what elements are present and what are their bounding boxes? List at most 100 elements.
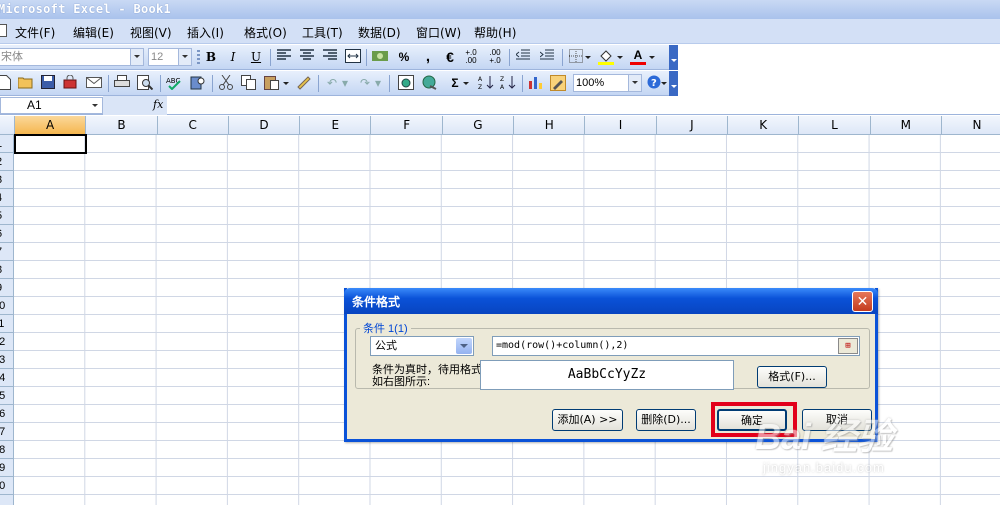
chevron-down-icon[interactable]: ▾: [341, 75, 349, 91]
menu-insert[interactable]: 插入(I): [187, 24, 224, 41]
cut-icon[interactable]: [218, 74, 234, 91]
borders-icon[interactable]: [568, 49, 584, 65]
column-header-e[interactable]: E: [300, 116, 372, 135]
open-icon[interactable]: [17, 75, 34, 91]
align-left-icon[interactable]: [276, 49, 292, 65]
merge-center-icon[interactable]: [345, 49, 361, 65]
close-icon[interactable]: ✕: [852, 291, 873, 312]
new-icon[interactable]: [0, 75, 12, 91]
row-header-20[interactable]: 20: [0, 477, 13, 495]
column-header-a[interactable]: A: [15, 116, 87, 135]
menu-tools[interactable]: 工具(T): [302, 24, 343, 41]
chevron-down-icon[interactable]: [462, 75, 470, 91]
column-header-i[interactable]: I: [585, 116, 657, 135]
sort-ascending-icon[interactable]: AZ: [478, 75, 494, 91]
currency-icon[interactable]: [372, 49, 388, 65]
hyperlink-icon[interactable]: [398, 75, 414, 91]
menu-help[interactable]: 帮助(H): [474, 24, 516, 41]
menu-window[interactable]: 窗口(W): [416, 24, 461, 41]
row-header-1[interactable]: 1: [0, 135, 13, 153]
row-header-12[interactable]: 12: [0, 333, 13, 351]
condition-formula-input[interactable]: =mod(row()+column(),2) ⊞: [492, 336, 860, 356]
font-size-select[interactable]: 12: [148, 48, 192, 66]
save-icon[interactable]: [40, 75, 56, 91]
format-button[interactable]: 格式(F)...: [757, 366, 827, 388]
row-header-8[interactable]: 8: [0, 261, 13, 279]
row-header-11[interactable]: 11: [0, 315, 13, 333]
font-color-button[interactable]: A: [630, 49, 646, 65]
chevron-down-icon[interactable]: [660, 75, 668, 91]
column-header-m[interactable]: M: [871, 116, 942, 135]
column-header-l[interactable]: L: [799, 116, 871, 135]
row-header-4[interactable]: 4: [0, 189, 13, 207]
row-header-13[interactable]: 13: [0, 351, 13, 369]
row-header-6[interactable]: 6: [0, 225, 13, 243]
row-header-17[interactable]: 17: [0, 423, 13, 441]
comma-button[interactable]: ,: [420, 49, 436, 65]
percent-button[interactable]: %: [396, 49, 412, 65]
menu-edit[interactable]: 编辑(E): [73, 24, 114, 41]
cancel-button[interactable]: 取消: [802, 409, 872, 431]
increase-decimal-button[interactable]: +.0 .00: [463, 49, 479, 65]
row-header-14[interactable]: 14: [0, 369, 13, 387]
chevron-down-icon[interactable]: [282, 75, 290, 91]
column-header-j[interactable]: J: [657, 116, 728, 135]
column-header-c[interactable]: C: [158, 116, 229, 135]
row-header-18[interactable]: 18: [0, 441, 13, 459]
dialog-title-bar[interactable]: 条件格式 ✕: [344, 288, 878, 314]
increase-indent-icon[interactable]: [539, 49, 555, 65]
row-header-9[interactable]: 9: [0, 279, 13, 297]
print-preview-icon[interactable]: [137, 75, 154, 91]
align-right-icon[interactable]: [322, 49, 338, 65]
active-cell[interactable]: [14, 134, 87, 154]
column-header-f[interactable]: F: [372, 116, 443, 135]
fill-color-icon[interactable]: [598, 49, 614, 65]
redo-icon[interactable]: ↷: [357, 75, 373, 91]
toolbar-options-icon[interactable]: [669, 45, 678, 70]
menu-view[interactable]: 视图(V): [130, 24, 172, 41]
email-icon[interactable]: [86, 75, 102, 91]
row-header-10[interactable]: 10: [0, 297, 13, 315]
globe-icon[interactable]: [422, 75, 438, 91]
column-header-d[interactable]: D: [229, 116, 301, 135]
name-box[interactable]: A1: [0, 97, 103, 114]
row-header-5[interactable]: 5: [0, 207, 13, 225]
row-header-16[interactable]: 16: [0, 405, 13, 423]
excel-doc-icon[interactable]: [0, 24, 7, 37]
italic-button[interactable]: I: [225, 49, 241, 65]
decrease-indent-icon[interactable]: [515, 49, 531, 65]
menu-data[interactable]: 数据(D): [358, 24, 401, 41]
align-center-icon[interactable]: [299, 49, 315, 65]
column-header-k[interactable]: K: [728, 116, 800, 135]
paste-icon[interactable]: [264, 75, 280, 91]
formula-input[interactable]: [168, 96, 1000, 115]
chart-wizard-icon[interactable]: [528, 75, 544, 91]
chevron-down-icon[interactable]: [584, 49, 592, 65]
condition-type-select[interactable]: 公式: [370, 336, 474, 356]
research-icon[interactable]: [190, 75, 206, 91]
font-name-select[interactable]: 宋体: [0, 48, 144, 66]
menu-format[interactable]: 格式(O): [244, 24, 287, 41]
drawing-icon[interactable]: [550, 75, 566, 91]
insert-function-button[interactable]: fx: [153, 98, 163, 111]
bold-button[interactable]: B: [203, 49, 219, 65]
chevron-down-icon[interactable]: [456, 338, 472, 354]
select-all-corner[interactable]: [0, 116, 15, 135]
undo-icon[interactable]: ↶: [324, 75, 340, 91]
delete-button[interactable]: 删除(D)...: [636, 409, 696, 431]
decrease-decimal-button[interactable]: .00 +.0: [487, 49, 503, 65]
chevron-down-icon[interactable]: [92, 104, 98, 110]
underline-button[interactable]: U: [248, 49, 264, 65]
chevron-down-icon[interactable]: [616, 49, 624, 65]
zoom-select[interactable]: 100%: [573, 74, 642, 92]
autosum-button[interactable]: Σ: [447, 75, 463, 91]
row-header-19[interactable]: 19: [0, 459, 13, 477]
row-header-3[interactable]: 3: [0, 171, 13, 189]
row-header-7[interactable]: 7: [0, 243, 13, 261]
add-button[interactable]: 添加(A) >>: [552, 409, 623, 431]
sort-descending-icon[interactable]: ZA: [500, 75, 516, 91]
copy-icon[interactable]: [241, 75, 257, 91]
row-header-2[interactable]: 2: [0, 153, 13, 171]
permission-icon[interactable]: [62, 74, 78, 91]
column-header-n[interactable]: N: [942, 116, 1000, 135]
